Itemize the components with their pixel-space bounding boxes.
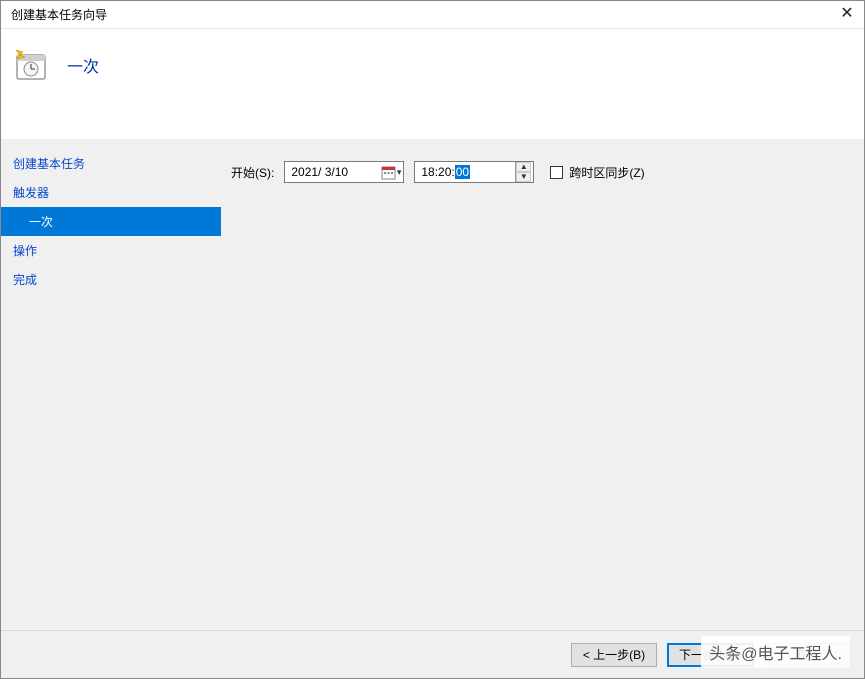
calendar-icon (381, 165, 396, 180)
page-title: 一次 (67, 53, 99, 77)
close-icon[interactable]: ✕ (840, 8, 854, 22)
time-value: 18:20:00 (421, 165, 470, 179)
titlebar: 创建基本任务向导 ✕ (1, 1, 864, 29)
time-spinner: ▲ ▼ (515, 162, 531, 182)
wizard-body: 创建基本任务 触发器 一次 操作 完成 开始(S): 2021/ 3/10 ▾ (1, 139, 864, 630)
sidebar-item-finish[interactable]: 完成 (1, 265, 221, 294)
time-picker[interactable]: 18:20:00 ▲ ▼ (414, 161, 534, 183)
sidebar-item-once[interactable]: 一次 (1, 207, 221, 236)
window-title: 创建基本任务向导 (11, 6, 107, 23)
wizard-content: 开始(S): 2021/ 3/10 ▾ 18:20:00 (221, 139, 864, 630)
checkbox-label: 跨时区同步(Z) (569, 164, 644, 181)
timezone-sync-checkbox[interactable]: 跨时区同步(Z) (550, 164, 644, 181)
date-dropdown-button[interactable]: ▾ (381, 165, 402, 180)
checkbox-icon (550, 166, 563, 179)
start-label: 开始(S): (231, 164, 274, 181)
wizard-sidebar: 创建基本任务 触发器 一次 操作 完成 (1, 139, 221, 630)
time-seconds-selected: 00 (455, 165, 470, 179)
chevron-down-icon: ▾ (397, 167, 402, 178)
sidebar-item-trigger[interactable]: 触发器 (1, 178, 221, 207)
sidebar-item-action[interactable]: 操作 (1, 236, 221, 265)
sidebar-item-create-task[interactable]: 创建基本任务 (1, 149, 221, 178)
calendar-wizard-icon (13, 47, 49, 83)
next-button[interactable]: 下一步(N) > (667, 643, 754, 667)
back-button[interactable]: < 上一步(B) (571, 643, 657, 667)
wizard-footer: < 上一步(B) 下一步(N) > 取消 (1, 630, 864, 678)
cancel-button[interactable]: 取消 (764, 643, 850, 667)
date-picker[interactable]: 2021/ 3/10 ▾ (284, 161, 404, 183)
start-datetime-row: 开始(S): 2021/ 3/10 ▾ 18:20:00 (231, 161, 854, 183)
spinner-down-icon[interactable]: ▼ (516, 172, 531, 182)
date-value: 2021/ 3/10 (291, 165, 348, 179)
wizard-header: 一次 (1, 29, 864, 139)
spinner-up-icon[interactable]: ▲ (516, 162, 531, 172)
